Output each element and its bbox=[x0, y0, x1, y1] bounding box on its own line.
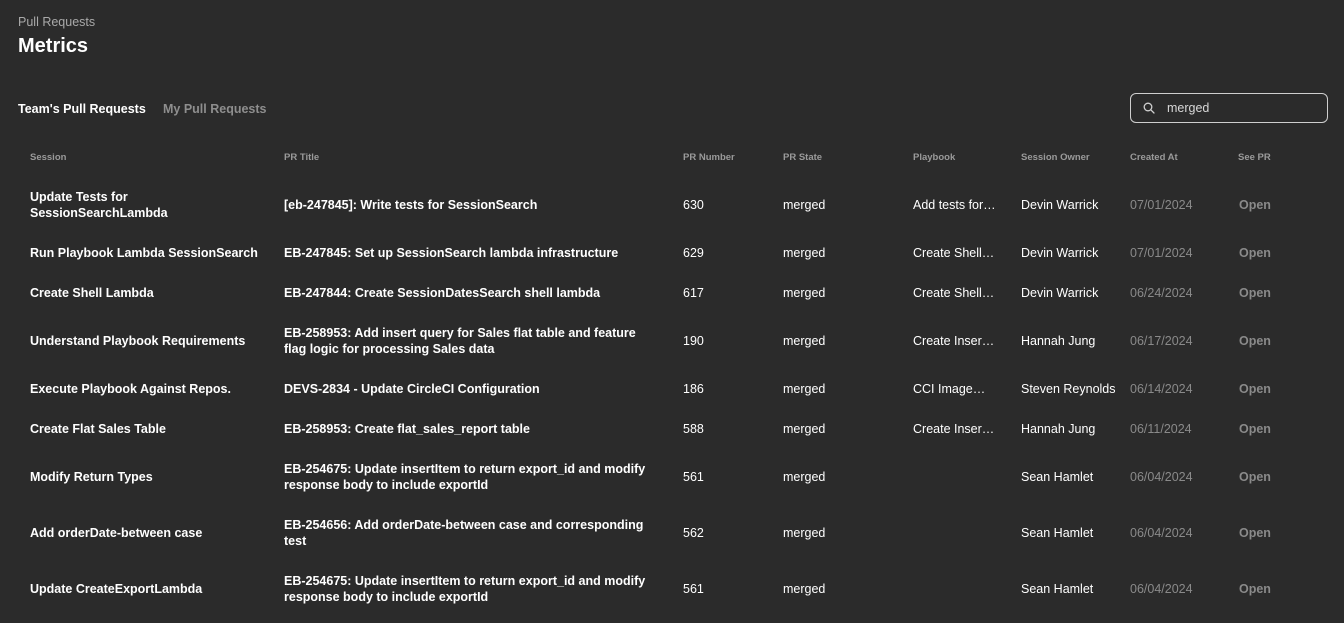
pr-title-cell: EB-254656: Add orderDate-between case an… bbox=[284, 518, 644, 548]
playbook-cell: Create Insert… bbox=[913, 422, 997, 436]
pr-title-cell: EB-258953: Add insert query for Sales fl… bbox=[284, 326, 636, 356]
pr-number-cell: 630 bbox=[683, 198, 704, 212]
open-pr-link[interactable]: Open bbox=[1239, 581, 1271, 597]
column-header-session[interactable]: Session bbox=[30, 152, 66, 163]
pr-state-cell: merged bbox=[783, 286, 826, 300]
search-icon bbox=[1143, 102, 1155, 114]
pr-number-cell: 186 bbox=[683, 382, 704, 396]
search-input[interactable] bbox=[1167, 98, 1317, 118]
pr-title-cell: EB-247844: Create SessionDatesSearch she… bbox=[284, 286, 601, 300]
created-at-cell: 07/01/2024 bbox=[1130, 246, 1193, 260]
pr-state-cell: merged bbox=[783, 470, 826, 484]
pr-title-cell: DEVS-2834 - Update CircleCI Configuratio… bbox=[284, 382, 540, 396]
session-cell: Execute Playbook Against Repos. bbox=[30, 382, 231, 396]
pr-state-cell: merged bbox=[783, 422, 826, 436]
pr-state-cell: merged bbox=[783, 526, 826, 540]
column-header-created-at[interactable]: Created At bbox=[1130, 152, 1178, 163]
pr-number-cell: 561 bbox=[683, 582, 704, 596]
created-at-cell: 06/04/2024 bbox=[1130, 582, 1193, 596]
session-cell: Modify Return Types bbox=[30, 470, 153, 484]
playbook-cell: Add tests for… bbox=[913, 198, 996, 212]
created-at-cell: 06/17/2024 bbox=[1130, 334, 1193, 348]
pr-title-cell: EB-247845: Set up SessionSearch lambda i… bbox=[284, 246, 619, 260]
pr-state-cell: merged bbox=[783, 334, 826, 348]
created-at-cell: 06/14/2024 bbox=[1130, 382, 1193, 396]
open-pr-link[interactable]: Open bbox=[1239, 285, 1271, 301]
playbook-cell: Create Shell… bbox=[913, 286, 995, 300]
search-box[interactable] bbox=[1130, 93, 1328, 123]
session-cell: Create Shell Lambda bbox=[30, 286, 154, 300]
pr-state-cell: merged bbox=[783, 246, 826, 260]
pr-number-cell: 190 bbox=[683, 334, 704, 348]
page-title: Metrics bbox=[18, 35, 89, 57]
session-cell: Update Tests for SessionSearchLambda bbox=[30, 190, 168, 220]
pr-title-cell: EB-254675: Update insertItem to return e… bbox=[284, 462, 646, 492]
pr-state-cell: merged bbox=[783, 382, 826, 396]
session-owner-cell: Devin Warrick bbox=[1021, 198, 1099, 212]
session-cell: Add orderDate-between case bbox=[30, 526, 203, 540]
column-header-pr-title[interactable]: PR Title bbox=[284, 152, 319, 163]
playbook-cell: CCI Image… bbox=[913, 382, 986, 396]
pr-state-cell: merged bbox=[783, 198, 826, 212]
session-owner-cell: Hannah Jung bbox=[1021, 422, 1096, 436]
session-owner-cell: Steven Reynolds bbox=[1021, 382, 1116, 396]
column-header-pr-state[interactable]: PR State bbox=[783, 152, 822, 163]
column-header-pr-number[interactable]: PR Number bbox=[683, 152, 735, 163]
pr-number-cell: 561 bbox=[683, 470, 704, 484]
session-cell: Understand Playbook Requirements bbox=[30, 334, 246, 348]
pr-title-cell: EB-258953: Create flat_sales_report tabl… bbox=[284, 422, 530, 436]
pr-title-cell: EB-254675: Update insertItem to return e… bbox=[284, 574, 646, 604]
playbook-cell: Create Insert… bbox=[913, 334, 997, 348]
created-at-cell: 07/01/2024 bbox=[1130, 198, 1193, 212]
session-cell: Run Playbook Lambda SessionSearch bbox=[30, 246, 258, 260]
open-pr-link[interactable]: Open bbox=[1239, 197, 1271, 213]
pr-title-cell: [eb-247845]: Write tests for SessionSear… bbox=[284, 198, 538, 212]
session-cell: Update CreateExportLambda bbox=[30, 582, 203, 596]
pr-number-cell: 562 bbox=[683, 526, 704, 540]
session-owner-cell: Devin Warrick bbox=[1021, 286, 1099, 300]
session-owner-cell: Hannah Jung bbox=[1021, 334, 1096, 348]
open-pr-link[interactable]: Open bbox=[1239, 421, 1271, 437]
session-owner-cell: Sean Hamlet bbox=[1021, 582, 1094, 596]
column-header-see-pr: See PR bbox=[1238, 152, 1271, 163]
created-at-cell: 06/11/2024 bbox=[1130, 422, 1192, 436]
column-header-playbook[interactable]: Playbook bbox=[913, 152, 955, 163]
open-pr-link[interactable]: Open bbox=[1239, 245, 1271, 261]
pr-number-cell: 629 bbox=[683, 246, 704, 260]
playbook-cell: Create Shell… bbox=[913, 246, 995, 260]
column-header-session-owner[interactable]: Session Owner bbox=[1021, 152, 1090, 163]
open-pr-link[interactable]: Open bbox=[1239, 333, 1271, 349]
pr-number-cell: 588 bbox=[683, 422, 704, 436]
created-at-cell: 06/04/2024 bbox=[1130, 526, 1193, 540]
session-cell: Create Flat Sales Table bbox=[30, 422, 166, 436]
pr-number-cell: 617 bbox=[683, 286, 704, 300]
session-owner-cell: Devin Warrick bbox=[1021, 246, 1099, 260]
session-owner-cell: Sean Hamlet bbox=[1021, 526, 1094, 540]
session-owner-cell: Sean Hamlet bbox=[1021, 470, 1094, 484]
open-pr-link[interactable]: Open bbox=[1239, 525, 1271, 541]
open-pr-link[interactable]: Open bbox=[1239, 381, 1271, 397]
open-pr-link[interactable]: Open bbox=[1239, 469, 1271, 485]
created-at-cell: 06/04/2024 bbox=[1130, 470, 1193, 484]
pr-state-cell: merged bbox=[783, 582, 826, 596]
tab-my-pull-requests[interactable]: My Pull Requests bbox=[163, 102, 267, 116]
breadcrumb[interactable]: Pull Requests bbox=[18, 15, 95, 29]
created-at-cell: 06/24/2024 bbox=[1130, 286, 1193, 300]
tab-teams-pull-requests[interactable]: Team's Pull Requests bbox=[18, 102, 146, 116]
